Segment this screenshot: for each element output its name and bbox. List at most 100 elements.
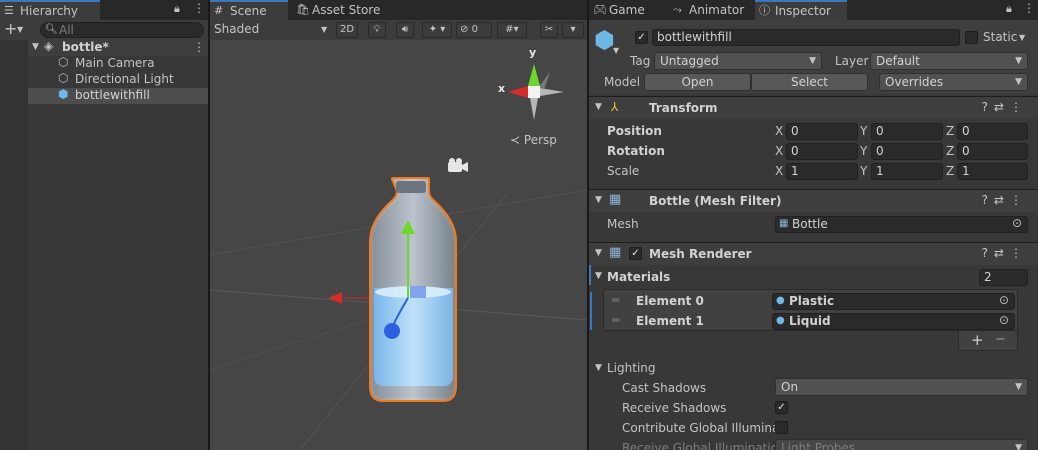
scene-camera-icon[interactable] [448,158,468,172]
receive-gi-dropdown[interactable]: Light Probes ▼ [775,439,1028,450]
drag-handle-icon[interactable]: ═ [612,313,619,327]
position-x-field[interactable]: 0 [786,123,858,140]
mesh-object-field[interactable]: ▦ Bottle ⊙ [775,216,1028,233]
object-active-checkbox[interactable]: ✓ [635,31,648,44]
scene-row[interactable]: ▼ ◈ bottle* ⋮ [0,39,208,56]
layer-dropdown[interactable]: Default ▼ [870,52,1028,70]
position-y-field[interactable]: 0 [871,123,943,140]
tab-hierarchy[interactable]: ☰ Hierarchy [0,0,100,20]
grid-toggle-icon[interactable]: #▾ [497,22,527,38]
element-0-material-field[interactable]: ● Plastic ⊙ [772,293,1015,310]
materials-accent-bar [589,265,591,285]
hierarchy-gutter [0,40,28,450]
rotation-y-field[interactable]: 0 [871,143,943,160]
materials-count-field[interactable]: 2 [979,269,1028,286]
hidden-objects-toggle[interactable]: ⊘ 0 [456,22,492,38]
gizmos-dropdown[interactable]: ▾ [562,22,584,38]
fold-arrow-icon[interactable]: ▼ [595,271,602,281]
y-axis-label: Y [860,164,868,178]
chevron-down-icon[interactable]: ▼ [1019,33,1025,42]
component-header-icons[interactable]: ?⇄⋮ [982,193,1028,207]
hierarchy-item-selected[interactable]: ⬢ bottlewithfill [0,87,208,104]
object-name-field[interactable]: bottlewithfill [652,29,960,46]
audio-toggle-icon[interactable]: 🔊︎ [396,22,414,38]
hierarchy-item[interactable]: ⬡ Main Camera [0,55,208,72]
tab-game-label: Game [609,3,645,17]
game-controller-icon: 🎮︎ [593,3,607,16]
tag-dropdown[interactable]: Untagged ▼ [654,52,822,70]
add-dropdown-icon[interactable]: ▼ [17,25,23,34]
cast-shadows-dropdown[interactable]: On ▼ [775,378,1028,396]
tab-menu-icon[interactable]: ⋮ [1023,1,1035,15]
mesh-renderer-title: Mesh Renderer [649,247,752,261]
scene-tabbar: # Scene 🛍︎ Asset Store [210,0,587,20]
mesh-filter-header[interactable]: ▼ ▦ Bottle (Mesh Filter) ?⇄⋮ [589,189,1038,212]
mesh-renderer-header[interactable]: ▼ ▦ ✓ Mesh Renderer ?⇄⋮ [589,242,1038,265]
scene-menu-icon[interactable]: ⋮ [193,40,205,54]
hierarchy-search-input[interactable]: 🔍︎ All [40,22,204,38]
drag-handle-icon[interactable]: ═ [612,293,619,307]
y-axis-label: Y [860,124,868,138]
receive-shadows-checkbox[interactable]: ✓ [775,401,788,414]
contribute-gi-label: Contribute Global Illuminati [622,421,788,435]
scale-x-field[interactable]: 1 [786,163,858,180]
lock-icon[interactable]: 🔒︎ [174,2,180,16]
shading-mode-dropdown[interactable]: Shaded ▼ [213,21,329,39]
orientation-gizmo[interactable] [508,64,564,120]
tab-animator[interactable]: ⤳ Animator [669,0,755,20]
element-0-label: Element 0 [636,294,704,308]
contribute-gi-checkbox[interactable] [775,421,788,434]
effects-toggle-icon[interactable]: ✦ ▾ [422,22,452,38]
z-axis-label: Z [946,164,955,178]
fold-arrow-icon[interactable]: ▼ [595,102,602,112]
hierarchy-tabbar: ☰ Hierarchy 🔒︎ ⋮ [0,0,208,20]
component-header-icons[interactable]: ?⇄⋮ [982,246,1028,260]
object-picker-icon[interactable]: ⊙ [999,294,1009,308]
element-1-material-field[interactable]: ● Liquid ⊙ [772,313,1015,330]
fold-arrow-icon[interactable]: ▼ [595,248,602,258]
transform-body: Position X 0 Y 0 Z 0 Rotation X 0 Y 0 Z … [589,119,1038,189]
scale-y-field[interactable]: 1 [871,163,943,180]
object-picker-icon[interactable]: ⊙ [1012,217,1022,231]
projection-toggle[interactable]: ≺ Persp [510,133,557,147]
open-button[interactable]: Open [644,73,751,91]
position-z-field[interactable]: 0 [957,123,1028,140]
component-header-icons[interactable]: ?⇄⋮ [982,100,1028,114]
static-checkbox[interactable] [965,31,978,44]
scene-fold-arrow[interactable]: ▼ [32,42,39,52]
tag-value: Untagged [660,54,719,68]
gameobject-icon: ⬡ [58,55,69,69]
add-button[interactable]: + [4,20,17,38]
transform-header[interactable]: ▼ ⅄ Transform ?⇄⋮ [589,96,1038,119]
mesh-renderer-enabled-checkbox[interactable]: ✓ [629,247,642,260]
element-1-value: Liquid [789,314,831,328]
select-button[interactable]: Select [751,73,868,91]
prefab-cube-icon[interactable]: ⬢ [594,26,615,54]
add-element-button[interactable]: + [971,331,984,349]
tab-scene[interactable]: # Scene [210,0,288,20]
lock-icon[interactable]: 🔒︎ [1006,2,1012,16]
scene-viewport[interactable]: y x ≺ Persp [210,40,587,450]
mesh-filter-title: Bottle (Mesh Filter) [649,194,782,208]
tab-game[interactable]: 🎮︎ Game [589,0,669,20]
hierarchy-item[interactable]: ⬡ Directional Light [0,71,208,88]
gizmo-xz-plane [410,286,426,298]
toggle-2d-button[interactable]: 2D [336,22,358,38]
object-picker-icon[interactable]: ⊙ [999,314,1009,328]
fold-arrow-icon[interactable]: ▼ [595,195,602,205]
hierarchy-toolbar: + ▼ 🔍︎ All [0,20,208,40]
rotation-x-field[interactable]: 0 [786,143,858,160]
tab-inspector[interactable]: ⓘ Inspector [755,0,847,20]
lighting-toggle-icon[interactable]: 💡︎ [368,22,386,38]
orient-x-label: x [498,82,506,95]
static-label[interactable]: Static [983,30,1017,44]
icon-dropdown-arrow[interactable]: ▼ [613,46,619,55]
tools-icon[interactable]: ✂ [540,22,558,38]
fold-arrow-icon[interactable]: ▼ [595,363,602,373]
tab-menu-icon[interactable]: ⋮ [193,1,205,15]
rotation-z-field[interactable]: 0 [957,143,1028,160]
scale-z-field[interactable]: 1 [957,163,1028,180]
remove-element-button[interactable]: − [995,332,1006,347]
tab-asset-store[interactable]: 🛍︎ Asset Store [292,0,392,20]
overrides-dropdown[interactable]: Overrides ▼ [879,73,1028,91]
